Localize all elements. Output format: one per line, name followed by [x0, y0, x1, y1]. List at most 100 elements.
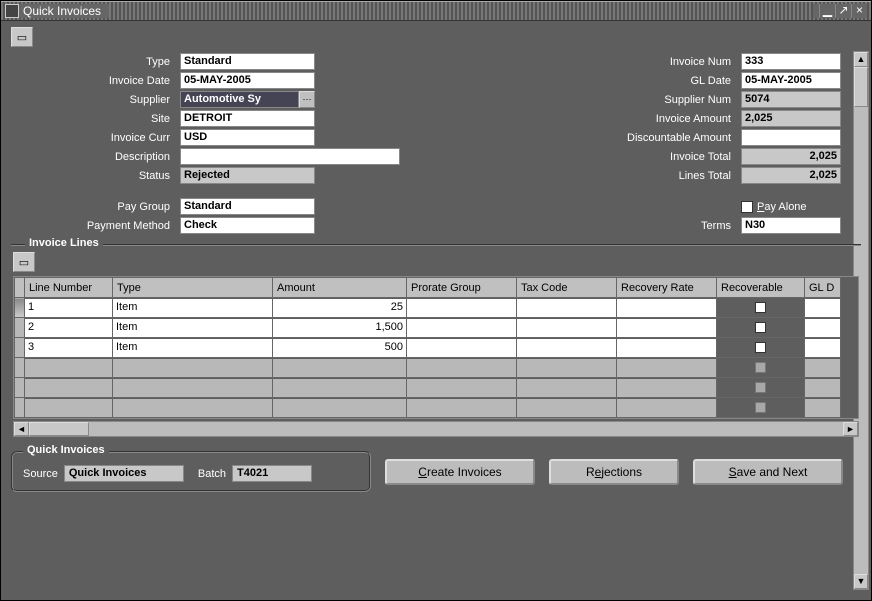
lines-folder-button[interactable]: ▭: [13, 252, 35, 272]
gl-date-label: GL Date: [557, 75, 737, 87]
create-invoices-button[interactable]: Create Invoices: [385, 459, 535, 485]
invoice-date-field[interactable]: 05-MAY-2005: [180, 72, 315, 89]
invoice-num-field[interactable]: 333: [741, 53, 841, 70]
table-row-empty[interactable]: [15, 358, 841, 378]
folder-toolbar-button[interactable]: ▭: [11, 27, 33, 47]
pay-alone-checkbox[interactable]: [741, 201, 753, 213]
titlebar: Quick Invoices ▁ ↗ ×: [1, 1, 871, 21]
cell-tax-code[interactable]: [517, 299, 616, 317]
table-row[interactable]: 1 Item 25: [15, 298, 841, 318]
batch-field: T4021: [232, 465, 312, 482]
cell-recovery-rate[interactable]: [617, 339, 716, 357]
pay-group-field[interactable]: Standard: [180, 198, 315, 215]
minimize-button[interactable]: ▁: [819, 4, 835, 18]
terms-label: Terms: [557, 220, 737, 232]
cell-prorate-group[interactable]: [407, 299, 516, 317]
status-label: Status: [11, 170, 176, 182]
invoice-num-label: Invoice Num: [557, 56, 737, 68]
description-field[interactable]: [180, 148, 400, 165]
cell-amount[interactable]: 25: [273, 299, 406, 317]
cell-amount[interactable]: 1,500: [273, 319, 406, 337]
cell-recoverable-checkbox: [755, 362, 766, 373]
table-row[interactable]: 2 Item 1,500: [15, 318, 841, 338]
terms-field[interactable]: N30: [741, 217, 841, 234]
cell-type[interactable]: Item: [113, 339, 272, 357]
supplier-num-label: Supplier Num: [557, 94, 737, 106]
scroll-down-icon[interactable]: ▼: [854, 574, 868, 589]
lines-total-field: 2,025: [741, 167, 841, 184]
rejections-button[interactable]: Rejections: [549, 459, 679, 485]
source-label: Source: [23, 468, 58, 480]
status-field: Rejected: [180, 167, 315, 184]
col-prorate-group[interactable]: Prorate Group: [407, 278, 517, 298]
site-label: Site: [11, 113, 176, 125]
col-amount[interactable]: Amount: [273, 278, 407, 298]
cell-gl-date[interactable]: [805, 319, 840, 337]
cell-recovery-rate[interactable]: [617, 319, 716, 337]
supplier-lov-button[interactable]: ⋯: [299, 91, 315, 108]
cell-prorate-group[interactable]: [407, 319, 516, 337]
supplier-field[interactable]: Automotive Sy: [180, 91, 299, 108]
cell-recoverable-checkbox: [755, 402, 766, 413]
horizontal-scrollbar[interactable]: ◄ ►: [13, 421, 859, 437]
cell-line-number[interactable]: 1: [25, 299, 112, 317]
cell-recoverable-checkbox[interactable]: [755, 322, 766, 333]
type-field[interactable]: Standard: [180, 53, 315, 70]
payment-method-label: Payment Method: [11, 220, 176, 232]
scroll-up-icon[interactable]: ▲: [854, 52, 868, 67]
discountable-amount-field[interactable]: [741, 129, 841, 146]
invoice-amount-label: Invoice Amount: [557, 113, 737, 125]
close-button[interactable]: ×: [851, 4, 867, 18]
cell-gl-date[interactable]: [805, 339, 840, 357]
col-gl-date[interactable]: GL D: [805, 278, 841, 298]
source-field: Quick Invoices: [64, 465, 184, 482]
quick-invoices-footer-label: Quick Invoices: [23, 444, 109, 456]
cell-recovery-rate[interactable]: [617, 299, 716, 317]
restore-button[interactable]: ↗: [835, 4, 851, 18]
cell-type[interactable]: Item: [113, 319, 272, 337]
invoice-total-label: Invoice Total: [557, 151, 737, 163]
description-label: Description: [11, 151, 176, 163]
discountable-amount-label: Discountable Amount: [557, 132, 737, 144]
cell-gl-date[interactable]: [805, 299, 840, 317]
type-label: Type: [11, 56, 176, 68]
table-row[interactable]: 3 Item 500: [15, 338, 841, 358]
quick-invoices-window: Quick Invoices ▁ ↗ × ▲ ▼ ▭ Type Standard: [0, 0, 872, 601]
cell-recoverable-checkbox[interactable]: [755, 302, 766, 313]
col-type[interactable]: Type: [113, 278, 273, 298]
cell-line-number[interactable]: 2: [25, 319, 112, 337]
invoice-total-field: 2,025: [741, 148, 841, 165]
payment-method-field[interactable]: Check: [180, 217, 315, 234]
folder-icon: ▭: [17, 31, 27, 44]
cell-recoverable-checkbox[interactable]: [755, 342, 766, 353]
grid-header-row: Line Number Type Amount Prorate Group Ta…: [15, 278, 841, 298]
cell-tax-code[interactable]: [517, 339, 616, 357]
cell-amount[interactable]: 500: [273, 339, 406, 357]
col-recoverable[interactable]: Recoverable: [717, 278, 805, 298]
invoice-date-label: Invoice Date: [11, 75, 176, 87]
table-row-empty[interactable]: [15, 378, 841, 398]
window-title: Quick Invoices: [23, 4, 101, 18]
table-row-empty[interactable]: [15, 398, 841, 418]
folder-icon: ▭: [19, 256, 29, 269]
col-recovery-rate[interactable]: Recovery Rate: [617, 278, 717, 298]
invoice-curr-field[interactable]: USD: [180, 129, 315, 146]
cell-prorate-group[interactable]: [407, 339, 516, 357]
col-tax-code[interactable]: Tax Code: [517, 278, 617, 298]
cell-type[interactable]: Item: [113, 299, 272, 317]
gl-date-field[interactable]: 05-MAY-2005: [741, 72, 841, 89]
cell-line-number[interactable]: 3: [25, 339, 112, 357]
save-and-next-button[interactable]: Save and Next: [693, 459, 843, 485]
quick-invoices-footer-group: Quick Invoices Source Quick Invoices Bat…: [11, 451, 371, 492]
site-field[interactable]: DETROIT: [180, 110, 315, 127]
scroll-right-icon[interactable]: ►: [843, 422, 858, 436]
invoice-amount-field[interactable]: 2,025: [741, 110, 841, 127]
pay-alone-label: Pay Alone: [757, 201, 807, 213]
window-menu-icon[interactable]: [5, 4, 19, 18]
scroll-left-icon[interactable]: ◄: [14, 422, 29, 436]
col-line-number[interactable]: Line Number: [25, 278, 113, 298]
invoice-lines-label: Invoice Lines: [25, 237, 103, 249]
cell-tax-code[interactable]: [517, 319, 616, 337]
pay-group-label: Pay Group: [11, 201, 176, 213]
supplier-label: Supplier: [11, 94, 176, 106]
